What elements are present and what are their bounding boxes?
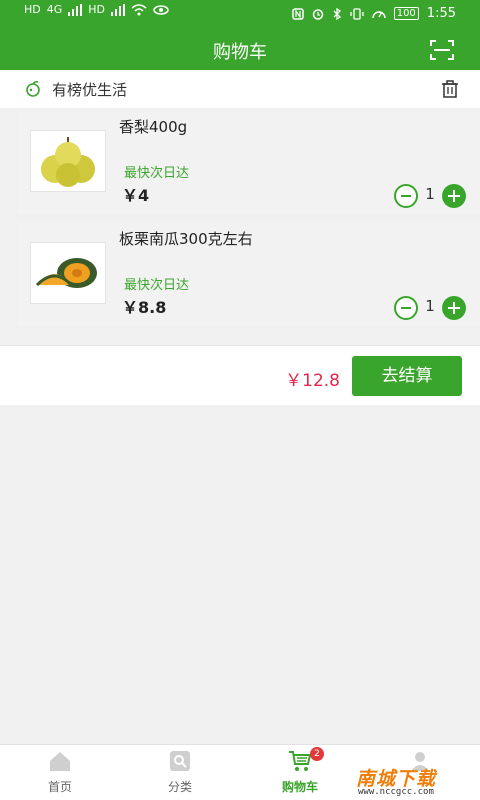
- vibrate-icon: [350, 7, 364, 20]
- scan-icon[interactable]: [430, 40, 454, 60]
- tab-category[interactable]: 分类: [120, 745, 240, 800]
- tab-cart[interactable]: 2 购物车: [240, 745, 360, 800]
- page-title: 购物车: [213, 42, 267, 63]
- network-gen-label: 4G: [46, 3, 63, 16]
- store-name: 有榜优生活: [52, 81, 128, 99]
- cart-icon: [289, 751, 312, 771]
- product-image-pear[interactable]: [30, 130, 106, 192]
- increase-quantity-button[interactable]: [442, 296, 466, 320]
- sim-hd-label-2: HD: [88, 3, 106, 16]
- cart-item[interactable]: 香梨400g 最快次日达 ￥4 1: [18, 110, 480, 214]
- wifi-icon: [131, 4, 147, 16]
- home-icon: [50, 752, 70, 771]
- sim-hd-label: HD: [24, 3, 41, 16]
- tab-label: 购物车: [281, 780, 318, 794]
- decrease-quantity-button[interactable]: [394, 184, 418, 208]
- quantity-value: 1: [425, 297, 435, 315]
- pumpkin-image: [35, 258, 97, 288]
- quantity-value: 1: [425, 185, 435, 203]
- product-name[interactable]: 香梨400g: [119, 116, 187, 137]
- alarm-icon: [312, 8, 323, 20]
- product-price: ￥4: [122, 186, 150, 205]
- status-right: 100 1:55: [291, 6, 456, 21]
- cart-item[interactable]: 板栗南瓜300克左右 最快次日达 ￥8.8 1: [18, 222, 480, 326]
- decrease-quantity-button[interactable]: [394, 296, 418, 320]
- signal-icon: [68, 4, 83, 16]
- bluetooth-icon: [333, 7, 341, 20]
- nfc-icon: [291, 7, 304, 20]
- checkout-button[interactable]: 去结算: [352, 356, 462, 396]
- tab-home[interactable]: 首页: [0, 745, 120, 800]
- app-header: 购物车: [0, 30, 480, 70]
- category-icon: [170, 751, 190, 771]
- product-image-pumpkin[interactable]: [30, 242, 106, 304]
- tab-label: 分类: [167, 780, 192, 794]
- increase-quantity-button[interactable]: [442, 184, 466, 208]
- pear-image: [41, 137, 95, 187]
- status-bar: HD 4G HD 100 1:55: [0, 0, 480, 30]
- total-price: ￥12.8: [285, 371, 340, 391]
- delivery-tag: 最快次日达: [124, 278, 190, 293]
- store-row: 有榜优生活: [0, 70, 480, 108]
- checkout-bar: ￥12.8 去结算: [0, 345, 480, 405]
- speed-icon: [371, 10, 386, 18]
- signal-icon-2: [111, 4, 126, 16]
- product-name[interactable]: 板栗南瓜300克左右: [119, 228, 253, 249]
- status-time: 1:55: [426, 6, 456, 21]
- quantity-stepper: 1: [394, 184, 466, 208]
- trash-icon[interactable]: [440, 79, 460, 99]
- cart-count-badge: 2: [310, 747, 324, 761]
- quantity-stepper: 1: [394, 296, 466, 320]
- delivery-tag: 最快次日达: [124, 166, 190, 181]
- product-price: ￥8.8: [122, 298, 167, 317]
- tab-label: 首页: [47, 780, 72, 794]
- watermark-url: www.nccgcc.com: [358, 787, 434, 797]
- status-left: HD 4G HD: [24, 4, 169, 16]
- site-watermark: 南城下载 www.nccgcc.com: [356, 764, 474, 798]
- battery-indicator: 100: [393, 7, 419, 20]
- leaf-icon: [26, 80, 40, 97]
- eye-icon: [153, 5, 169, 15]
